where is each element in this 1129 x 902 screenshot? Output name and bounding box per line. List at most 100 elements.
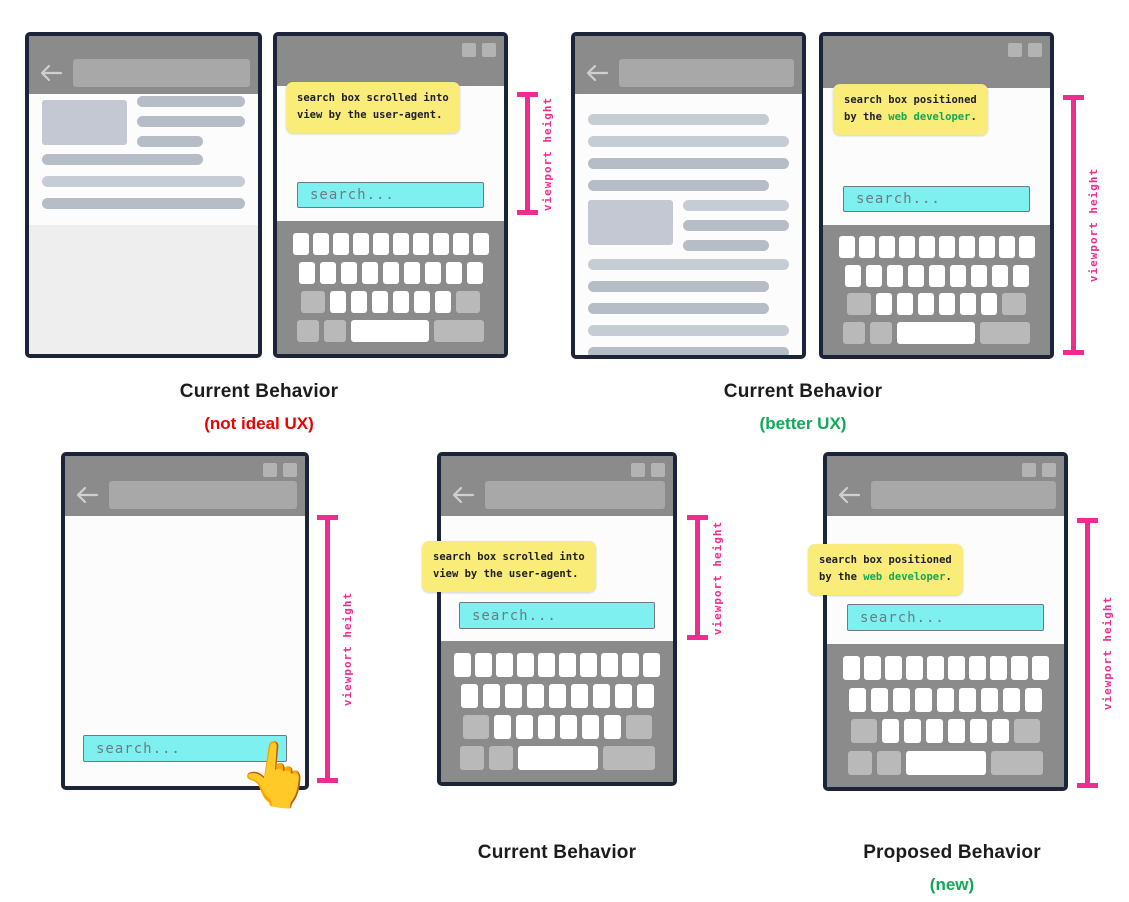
key[interactable] bbox=[959, 687, 976, 712]
key[interactable] bbox=[504, 684, 522, 708]
backspace-key[interactable] bbox=[1014, 719, 1040, 744]
key[interactable] bbox=[603, 715, 621, 739]
back-arrow-icon[interactable] bbox=[39, 63, 63, 83]
key[interactable] bbox=[414, 291, 430, 313]
window-control-square[interactable] bbox=[1042, 463, 1056, 477]
symbols-key[interactable] bbox=[459, 746, 484, 770]
key[interactable] bbox=[352, 233, 369, 255]
virtual-keyboard[interactable] bbox=[441, 641, 673, 782]
symbols-key[interactable] bbox=[843, 321, 865, 344]
emoji-key[interactable] bbox=[870, 321, 892, 344]
key[interactable] bbox=[958, 236, 975, 259]
key[interactable] bbox=[412, 233, 429, 255]
key[interactable] bbox=[614, 684, 632, 708]
key[interactable] bbox=[905, 656, 923, 681]
key[interactable] bbox=[844, 264, 861, 287]
key[interactable] bbox=[361, 262, 378, 284]
key[interactable] bbox=[960, 293, 976, 316]
window-control-square[interactable] bbox=[1008, 43, 1022, 57]
key[interactable] bbox=[372, 233, 389, 255]
key[interactable] bbox=[482, 684, 500, 708]
window-controls[interactable] bbox=[631, 463, 665, 477]
key[interactable] bbox=[526, 684, 544, 708]
emoji-key[interactable] bbox=[488, 746, 513, 770]
shift-key[interactable] bbox=[301, 291, 325, 313]
key[interactable] bbox=[948, 719, 965, 744]
search-input[interactable]: search... bbox=[297, 182, 484, 208]
key[interactable] bbox=[926, 719, 943, 744]
symbols-key[interactable] bbox=[297, 320, 319, 342]
window-controls[interactable] bbox=[263, 463, 297, 477]
key[interactable] bbox=[452, 233, 469, 255]
key[interactable] bbox=[330, 291, 346, 313]
key[interactable] bbox=[292, 233, 309, 255]
key[interactable] bbox=[515, 715, 533, 739]
shift-key[interactable] bbox=[851, 719, 877, 744]
key[interactable] bbox=[858, 236, 875, 259]
virtual-keyboard[interactable] bbox=[823, 225, 1050, 355]
key[interactable] bbox=[978, 236, 995, 259]
key[interactable] bbox=[918, 293, 934, 316]
virtual-keyboard[interactable] bbox=[827, 644, 1064, 787]
key[interactable] bbox=[601, 653, 618, 677]
key[interactable] bbox=[939, 293, 955, 316]
key[interactable] bbox=[991, 264, 1008, 287]
key[interactable] bbox=[898, 236, 915, 259]
key[interactable] bbox=[445, 262, 462, 284]
key[interactable] bbox=[580, 653, 597, 677]
key[interactable] bbox=[319, 262, 336, 284]
key[interactable] bbox=[581, 715, 599, 739]
key[interactable] bbox=[897, 293, 913, 316]
search-input[interactable]: search... bbox=[847, 604, 1044, 631]
search-input[interactable]: search... bbox=[459, 602, 655, 629]
key[interactable] bbox=[928, 264, 945, 287]
key[interactable] bbox=[475, 653, 492, 677]
key[interactable] bbox=[1003, 687, 1020, 712]
key[interactable] bbox=[1010, 656, 1028, 681]
key[interactable] bbox=[992, 719, 1009, 744]
symbols-key[interactable] bbox=[848, 750, 872, 775]
key[interactable] bbox=[403, 262, 420, 284]
window-control-square[interactable] bbox=[482, 43, 496, 57]
key[interactable] bbox=[884, 656, 902, 681]
key[interactable] bbox=[981, 687, 998, 712]
key[interactable] bbox=[970, 719, 987, 744]
key[interactable] bbox=[592, 684, 610, 708]
key[interactable] bbox=[838, 236, 855, 259]
key[interactable] bbox=[332, 233, 349, 255]
space-key[interactable] bbox=[897, 321, 975, 344]
window-controls[interactable] bbox=[1022, 463, 1056, 477]
key[interactable] bbox=[968, 656, 986, 681]
emoji-key[interactable] bbox=[877, 750, 901, 775]
back-arrow-icon[interactable] bbox=[585, 63, 609, 83]
return-key[interactable] bbox=[434, 320, 484, 342]
key[interactable] bbox=[904, 719, 921, 744]
key[interactable] bbox=[460, 684, 478, 708]
return-key[interactable] bbox=[991, 750, 1043, 775]
key[interactable] bbox=[537, 715, 555, 739]
shift-key[interactable] bbox=[462, 715, 489, 739]
key[interactable] bbox=[559, 653, 576, 677]
url-bar[interactable] bbox=[485, 481, 665, 509]
key[interactable] bbox=[312, 233, 329, 255]
key[interactable] bbox=[424, 262, 441, 284]
key[interactable] bbox=[915, 687, 932, 712]
key[interactable] bbox=[878, 236, 895, 259]
back-arrow-icon[interactable] bbox=[451, 485, 475, 505]
key[interactable] bbox=[907, 264, 924, 287]
key[interactable] bbox=[949, 264, 966, 287]
window-controls[interactable] bbox=[1008, 43, 1042, 57]
url-bar[interactable] bbox=[619, 59, 794, 87]
key[interactable] bbox=[918, 236, 935, 259]
key[interactable] bbox=[393, 291, 409, 313]
key[interactable] bbox=[570, 684, 588, 708]
key[interactable] bbox=[886, 264, 903, 287]
key[interactable] bbox=[298, 262, 315, 284]
key[interactable] bbox=[989, 656, 1007, 681]
backspace-key[interactable] bbox=[625, 715, 652, 739]
back-arrow-icon[interactable] bbox=[837, 485, 861, 505]
emoji-key[interactable] bbox=[324, 320, 346, 342]
key[interactable] bbox=[392, 233, 409, 255]
return-key[interactable] bbox=[980, 321, 1030, 344]
key[interactable] bbox=[863, 656, 881, 681]
